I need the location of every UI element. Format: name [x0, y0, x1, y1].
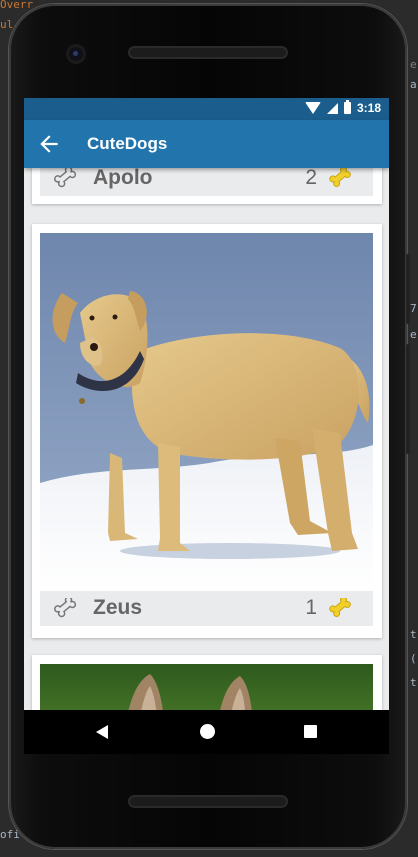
device-screen: 3:18 CuteDogs Apolo 2 Zeus 1 — [24, 98, 389, 710]
signal-icon — [326, 102, 338, 114]
ide-code-fragment: t — [410, 676, 417, 689]
battery-icon — [343, 100, 351, 114]
app-title: CuteDogs — [87, 134, 168, 153]
dog-card-footer: Zeus 1 — [40, 591, 373, 626]
dog-list[interactable]: Apolo 2 Zeus 1 — [24, 138, 389, 710]
top-speaker — [130, 48, 286, 57]
ide-code-fragment: e — [410, 328, 417, 341]
like-count: 2 — [305, 166, 317, 189]
ide-code-fragment: t — [410, 628, 417, 641]
arrow-left-icon[interactable] — [36, 131, 62, 157]
power-button — [406, 254, 410, 324]
front-camera — [69, 47, 83, 61]
bone-outline-icon — [54, 598, 77, 618]
circle-home-icon[interactable] — [200, 724, 215, 739]
status-time: 3:18 — [356, 101, 381, 115]
ide-code-fragment: e — [410, 58, 417, 71]
bottom-speaker — [130, 797, 286, 806]
system-nav-bar — [24, 710, 389, 754]
like-count: 1 — [305, 596, 317, 619]
dog-name: Zeus — [93, 596, 143, 619]
ide-code-fragment: Overr — [0, 0, 34, 11]
volume-button — [406, 344, 410, 454]
dog-name: Apolo — [93, 166, 153, 189]
dog-photo — [40, 664, 373, 710]
bone-filled-icon[interactable] — [329, 598, 355, 620]
ide-code-fragment: ul — [0, 18, 14, 31]
triangle-back-icon[interactable] — [96, 725, 108, 739]
status-bar: 3:18 — [24, 98, 389, 120]
app-bar: CuteDogs — [24, 120, 389, 168]
dog-card[interactable]: Zeus 1 — [32, 224, 382, 638]
dog-card[interactable] — [32, 655, 382, 710]
square-recents-icon[interactable] — [304, 725, 317, 738]
wifi-icon — [304, 102, 321, 114]
bone-outline-icon — [54, 168, 77, 188]
ide-code-fragment: 7 — [410, 302, 417, 315]
dog-photo — [40, 233, 373, 591]
ide-code-fragment: ( — [410, 652, 417, 665]
ide-code-fragment: a — [410, 78, 417, 91]
bone-filled-icon[interactable] — [329, 168, 355, 190]
